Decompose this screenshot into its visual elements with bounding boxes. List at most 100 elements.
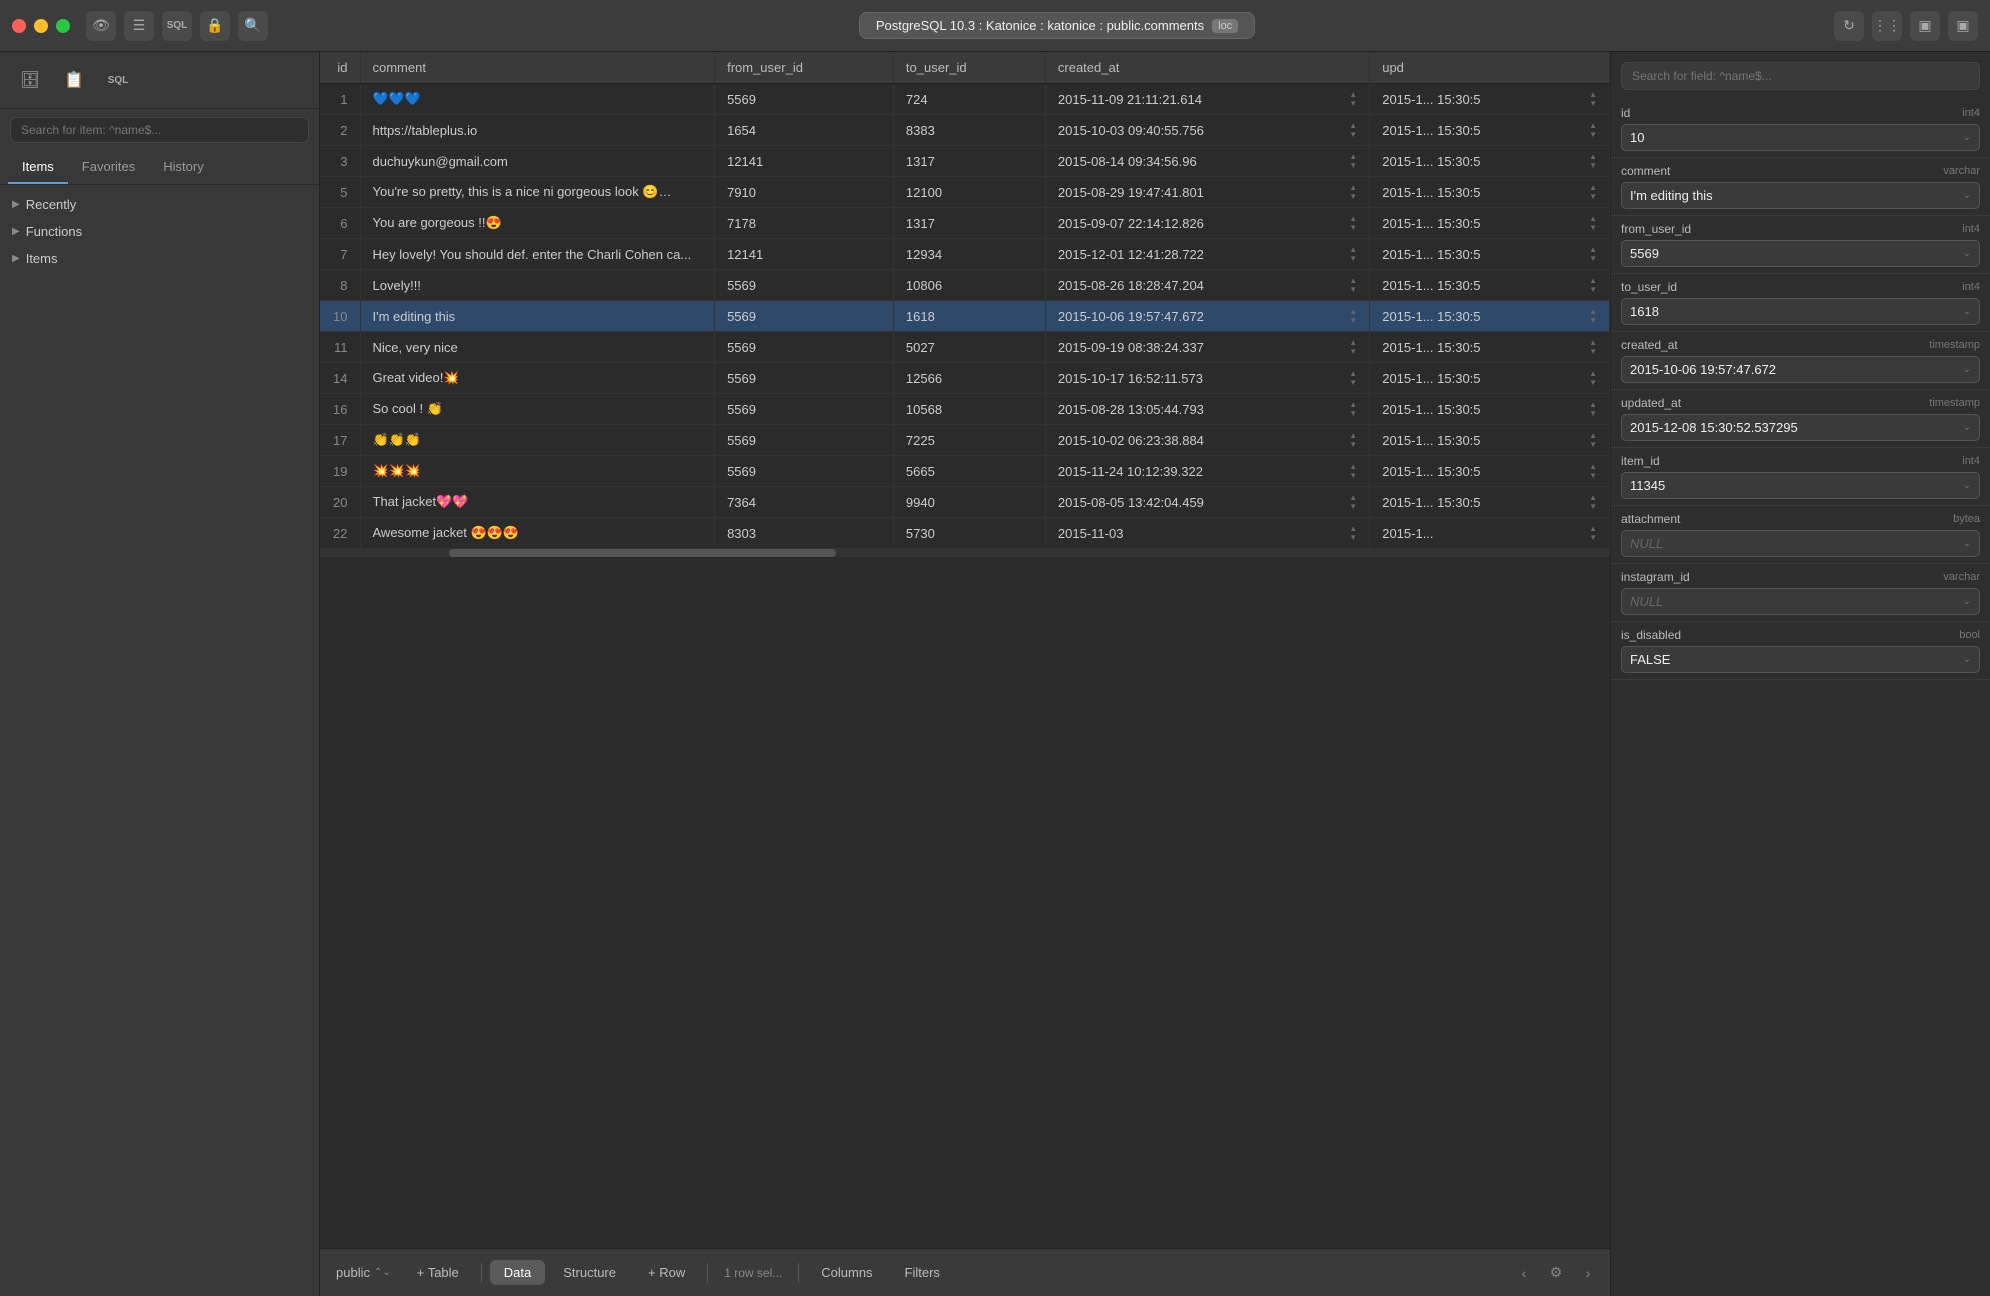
field-value-display[interactable]: 5569⌄ [1621, 240, 1980, 267]
close-button[interactable] [12, 19, 26, 33]
sort-arrows-icon[interactable]: ▲▼ [1349, 214, 1357, 232]
minimize-button[interactable] [34, 19, 48, 33]
sort-arrows-icon[interactable]: ▲▼ [1589, 338, 1597, 356]
sort-arrows-icon[interactable]: ▲▼ [1349, 369, 1357, 387]
col-comment[interactable]: comment [360, 52, 715, 84]
col-upd[interactable]: upd [1370, 52, 1610, 84]
field-dropdown-icon[interactable]: ⌄ [1963, 538, 1971, 549]
field-value-display[interactable]: FALSE⌄ [1621, 646, 1980, 673]
field-dropdown-icon[interactable]: ⌄ [1963, 190, 1971, 201]
field-dropdown-icon[interactable]: ⌄ [1963, 480, 1971, 491]
field-value-display[interactable]: 2015-12-08 15:30:52.537295⌄ [1621, 414, 1980, 441]
sort-arrows-icon[interactable]: ▲▼ [1349, 307, 1357, 325]
field-dropdown-icon[interactable]: ⌄ [1963, 364, 1971, 375]
table-row[interactable]: 11Nice, very nice556950272015-09-19 08:3… [320, 332, 1610, 363]
table-row[interactable]: 22Awesome jacket 😍😍😍830357302015-11-03▲▼… [320, 518, 1610, 549]
sort-arrows-icon[interactable]: ▲▼ [1349, 183, 1357, 201]
sort-arrows-icon[interactable]: ▲▼ [1589, 276, 1597, 294]
lock-icon[interactable]: 🔒 [200, 11, 230, 41]
list-icon[interactable]: ☰ [124, 11, 154, 41]
next-page-button[interactable]: › [1574, 1259, 1602, 1287]
sidebar-right-icon[interactable]: ▣ [1948, 11, 1978, 41]
table-icon[interactable]: 📋 [56, 62, 92, 98]
tab-history[interactable]: History [149, 151, 217, 184]
sort-arrows-icon[interactable]: ▲▼ [1589, 431, 1597, 449]
sort-arrows-icon[interactable]: ▲▼ [1349, 431, 1357, 449]
sort-arrows-icon[interactable]: ▲▼ [1349, 90, 1357, 108]
sort-arrows-icon[interactable]: ▲▼ [1589, 214, 1597, 232]
db-icon[interactable]: 🗄 [12, 62, 48, 98]
structure-tab-button[interactable]: Structure [549, 1260, 630, 1285]
sort-arrows-icon[interactable]: ▲▼ [1349, 400, 1357, 418]
field-value-display[interactable]: NULL⌄ [1621, 530, 1980, 557]
table-row[interactable]: 17👏👏👏556972252015-10-02 06:23:38.884▲▼20… [320, 425, 1610, 456]
tab-favorites[interactable]: Favorites [68, 151, 149, 184]
table-row[interactable]: 10I'm editing this556916182015-10-06 19:… [320, 301, 1610, 332]
sort-arrows-icon[interactable]: ▲▼ [1589, 121, 1597, 139]
sort-arrows-icon[interactable]: ▲▼ [1349, 493, 1357, 511]
table-row[interactable]: 19💥💥💥556956652015-11-24 10:12:39.322▲▼20… [320, 456, 1610, 487]
sort-arrows-icon[interactable]: ▲▼ [1589, 369, 1597, 387]
sort-arrows-icon[interactable]: ▲▼ [1589, 90, 1597, 108]
field-value-display[interactable]: 1618⌄ [1621, 298, 1980, 325]
table-row[interactable]: 16So cool ! 👏5569105682015-08-28 13:05:4… [320, 394, 1610, 425]
table-row[interactable]: 7Hey lovely! You should def. enter the C… [320, 239, 1610, 270]
table-row[interactable]: 8Lovely!!!5569108062015-08-26 18:28:47.2… [320, 270, 1610, 301]
sort-arrows-icon[interactable]: ▲▼ [1349, 245, 1357, 263]
field-dropdown-icon[interactable]: ⌄ [1963, 654, 1971, 665]
add-row-button[interactable]: + Row [634, 1260, 699, 1285]
sort-arrows-icon[interactable]: ▲▼ [1589, 152, 1597, 170]
col-to-user-id[interactable]: to_user_id [893, 52, 1045, 84]
sort-arrows-icon[interactable]: ▲▼ [1589, 493, 1597, 511]
add-table-button[interactable]: + Table [403, 1260, 473, 1285]
sort-arrows-icon[interactable]: ▲▼ [1589, 183, 1597, 201]
sidebar-left-icon[interactable]: ▣ [1910, 11, 1940, 41]
functions-section[interactable]: ▶ Functions [0, 218, 319, 245]
sort-arrows-icon[interactable]: ▲▼ [1589, 307, 1597, 325]
table-container[interactable]: id comment from_user_id to_user_id creat… [320, 52, 1610, 1248]
field-dropdown-icon[interactable]: ⌄ [1963, 422, 1971, 433]
field-value-display[interactable]: 10⌄ [1621, 124, 1980, 151]
col-created-at[interactable]: created_at [1045, 52, 1369, 84]
sort-arrows-icon[interactable]: ▲▼ [1349, 338, 1357, 356]
table-row[interactable]: 5You're so pretty, this is a nice ni gor… [320, 177, 1610, 208]
sql-icon[interactable]: SQL [162, 11, 192, 41]
table-row[interactable]: 2https://tableplus.io165483832015-10-03 … [320, 115, 1610, 146]
refresh-icon[interactable]: ↻ [1834, 11, 1864, 41]
search-icon[interactable]: 🔍 [238, 11, 268, 41]
sort-arrows-icon[interactable]: ▲▼ [1589, 462, 1597, 480]
eye-icon[interactable]: 👁 [86, 11, 116, 41]
table-row[interactable]: 20That jacket💖💖736499402015-08-05 13:42:… [320, 487, 1610, 518]
table-row[interactable]: 1💙💙💙55697242015-11-09 21:11:21.614▲▼2015… [320, 84, 1610, 115]
table-row[interactable]: 14Great video!💥5569125662015-10-17 16:52… [320, 363, 1610, 394]
tab-items[interactable]: Items [8, 151, 68, 184]
schema-selector[interactable]: public ⌃⌄ [328, 1265, 399, 1280]
col-id[interactable]: id [320, 52, 360, 84]
table-row[interactable]: 3duchuykun@gmail.com1214113172015-08-14 … [320, 146, 1610, 177]
settings-button[interactable]: ⚙ [1542, 1259, 1570, 1287]
field-search-input[interactable] [1621, 62, 1980, 90]
sort-arrows-icon[interactable]: ▲▼ [1349, 152, 1357, 170]
sort-arrows-icon[interactable]: ▲▼ [1349, 524, 1357, 542]
field-value-display[interactable]: 2015-10-06 19:57:47.672⌄ [1621, 356, 1980, 383]
horizontal-scrollbar[interactable] [320, 549, 1610, 557]
sort-arrows-icon[interactable]: ▲▼ [1589, 245, 1597, 263]
prev-page-button[interactable]: ‹ [1510, 1259, 1538, 1287]
data-tab-button[interactable]: Data [490, 1260, 545, 1285]
field-dropdown-icon[interactable]: ⌄ [1963, 306, 1971, 317]
maximize-button[interactable] [56, 19, 70, 33]
field-dropdown-icon[interactable]: ⌄ [1963, 596, 1971, 607]
sort-arrows-icon[interactable]: ▲▼ [1349, 276, 1357, 294]
sort-arrows-icon[interactable]: ▲▼ [1349, 121, 1357, 139]
field-value-display[interactable]: 11345⌄ [1621, 472, 1980, 499]
sort-arrows-icon[interactable]: ▲▼ [1589, 400, 1597, 418]
sql-sidebar-icon[interactable]: SQL [100, 62, 136, 98]
grid-icon[interactable]: ⋮⋮ [1872, 11, 1902, 41]
col-from-user-id[interactable]: from_user_id [715, 52, 894, 84]
field-dropdown-icon[interactable]: ⌄ [1963, 248, 1971, 259]
field-value-display[interactable]: NULL⌄ [1621, 588, 1980, 615]
columns-button[interactable]: Columns [807, 1260, 886, 1285]
filters-button[interactable]: Filters [891, 1260, 954, 1285]
field-value-display[interactable]: I'm editing this⌄ [1621, 182, 1980, 209]
table-row[interactable]: 6You are gorgeous !!😍717813172015-09-07 … [320, 208, 1610, 239]
